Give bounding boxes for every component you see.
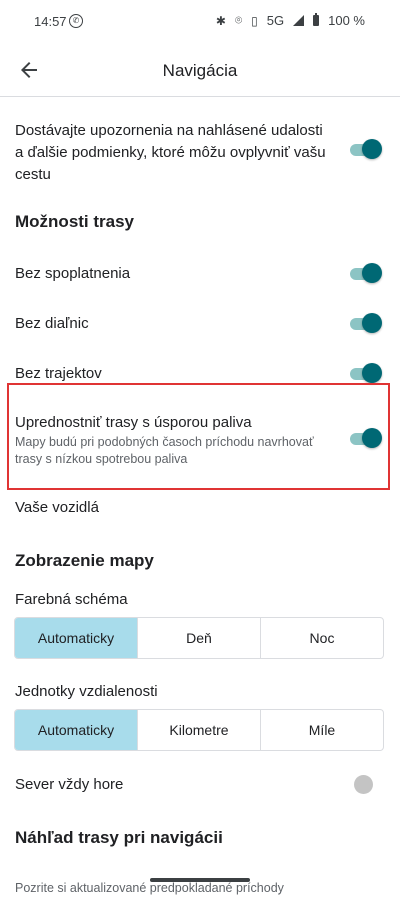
status-bar: 14:57 ✆ ✱ ⌾ ▯ 5G 100 % xyxy=(0,0,400,44)
north-up-toggle[interactable] xyxy=(350,773,382,795)
network-label: 5G xyxy=(266,13,285,28)
units-miles[interactable]: Míle xyxy=(261,710,383,750)
distance-units-label: Jednotky vzdialenosti xyxy=(15,683,158,700)
no-highways-label: Bez diaľnic xyxy=(15,315,89,332)
color-scheme-day[interactable]: Deň xyxy=(138,618,261,658)
battery-icon xyxy=(313,13,320,26)
no-tolls-label: Bez spoplatnenia xyxy=(15,265,131,282)
color-scheme-label: Farebná schéma xyxy=(15,591,128,608)
alerts-label-line3: cestu xyxy=(15,166,51,183)
alerts-label-line1: Dostávajte upozornenia na nahlásené udal… xyxy=(15,122,323,139)
color-scheme-night[interactable]: Noc xyxy=(261,618,383,658)
status-icons: ✱ ⌾ ▯ 5G 100 % xyxy=(216,13,365,28)
route-preview-heading: Náhľad trasy pri navigácii xyxy=(15,828,223,847)
status-time: 14:57 xyxy=(34,14,67,29)
fuel-efficient-desc-line1: Mapy budú pri podobných časoch príchodu … xyxy=(15,435,314,449)
no-highways-toggle[interactable] xyxy=(350,312,382,334)
vibrate-icon: ▯ xyxy=(251,13,258,28)
battery-label: 100 % xyxy=(328,13,365,28)
route-options-heading: Možnosti trasy xyxy=(15,212,135,231)
bluetooth-icon: ✱ xyxy=(215,13,226,28)
alerts-label-line2: a ďalšie podmienky, ktoré môžu ovplyvniť… xyxy=(15,144,326,161)
app-bar: Navigácia xyxy=(0,44,400,97)
route-preview-desc: Pozrite si aktualizované predpokladané p… xyxy=(15,881,284,895)
fuel-efficient-toggle[interactable] xyxy=(350,427,382,449)
location-icon: ⌾ xyxy=(234,13,243,27)
vehicles-item[interactable]: Vaše vozidlá xyxy=(15,499,99,516)
map-display-heading: Zobrazenie mapy xyxy=(15,551,154,570)
no-ferries-label: Bez trajektov xyxy=(15,365,102,382)
gesture-nav-bar[interactable] xyxy=(150,878,250,882)
no-tolls-toggle[interactable] xyxy=(350,262,382,284)
signal-icon xyxy=(293,15,305,26)
call-icon: ✆ xyxy=(69,14,83,28)
color-scheme-segmented: Automaticky Deň Noc xyxy=(14,617,384,659)
units-kilometers[interactable]: Kilometre xyxy=(138,710,261,750)
color-scheme-auto[interactable]: Automaticky xyxy=(15,618,138,658)
page-title: Navigácia xyxy=(162,61,238,80)
distance-units-segmented: Automaticky Kilometre Míle xyxy=(14,709,384,751)
fuel-efficient-label: Uprednostniť trasy s úsporou paliva xyxy=(15,414,252,431)
alerts-toggle[interactable] xyxy=(350,138,382,160)
fuel-efficient-desc-line2: trasy s nízkou spotrebou paliva xyxy=(15,452,188,466)
units-auto[interactable]: Automaticky xyxy=(15,710,138,750)
no-ferries-toggle[interactable] xyxy=(350,362,382,384)
north-up-label: Sever vždy hore xyxy=(15,776,124,793)
